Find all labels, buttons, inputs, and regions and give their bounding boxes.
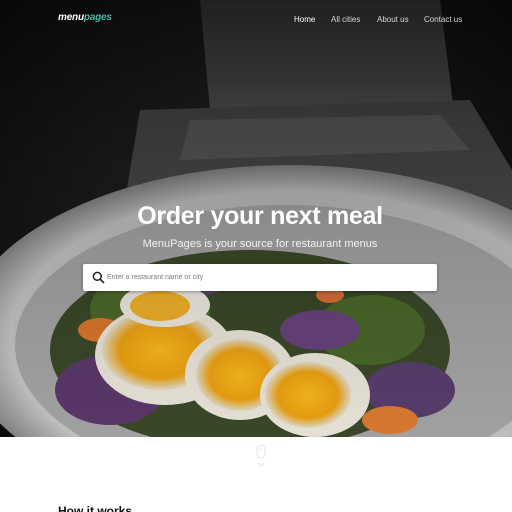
hero-subtitle: MenuPages is your source for restaurant … [142, 238, 378, 250]
nav-item-about-us[interactable]: About us [377, 15, 409, 24]
nav-item-all-cities[interactable]: All cities [331, 15, 360, 24]
nav-item-contact-us[interactable]: Contact us [424, 15, 462, 24]
hero-title: Order your next meal [137, 202, 383, 230]
search-bar[interactable] [83, 264, 437, 291]
hero-section: menupages Home All cities About us Conta… [0, 0, 512, 437]
nav-item-home[interactable]: Home [294, 15, 315, 24]
top-navigation: menupages Home All cities About us Conta… [0, 0, 512, 40]
nav-links: Home All cities About us Contact us [0, 15, 512, 27]
mouse-scroll-icon[interactable] [254, 444, 268, 472]
search-icon [92, 271, 105, 284]
search-input[interactable] [107, 268, 427, 287]
how-it-works-heading: How it works [58, 504, 133, 512]
